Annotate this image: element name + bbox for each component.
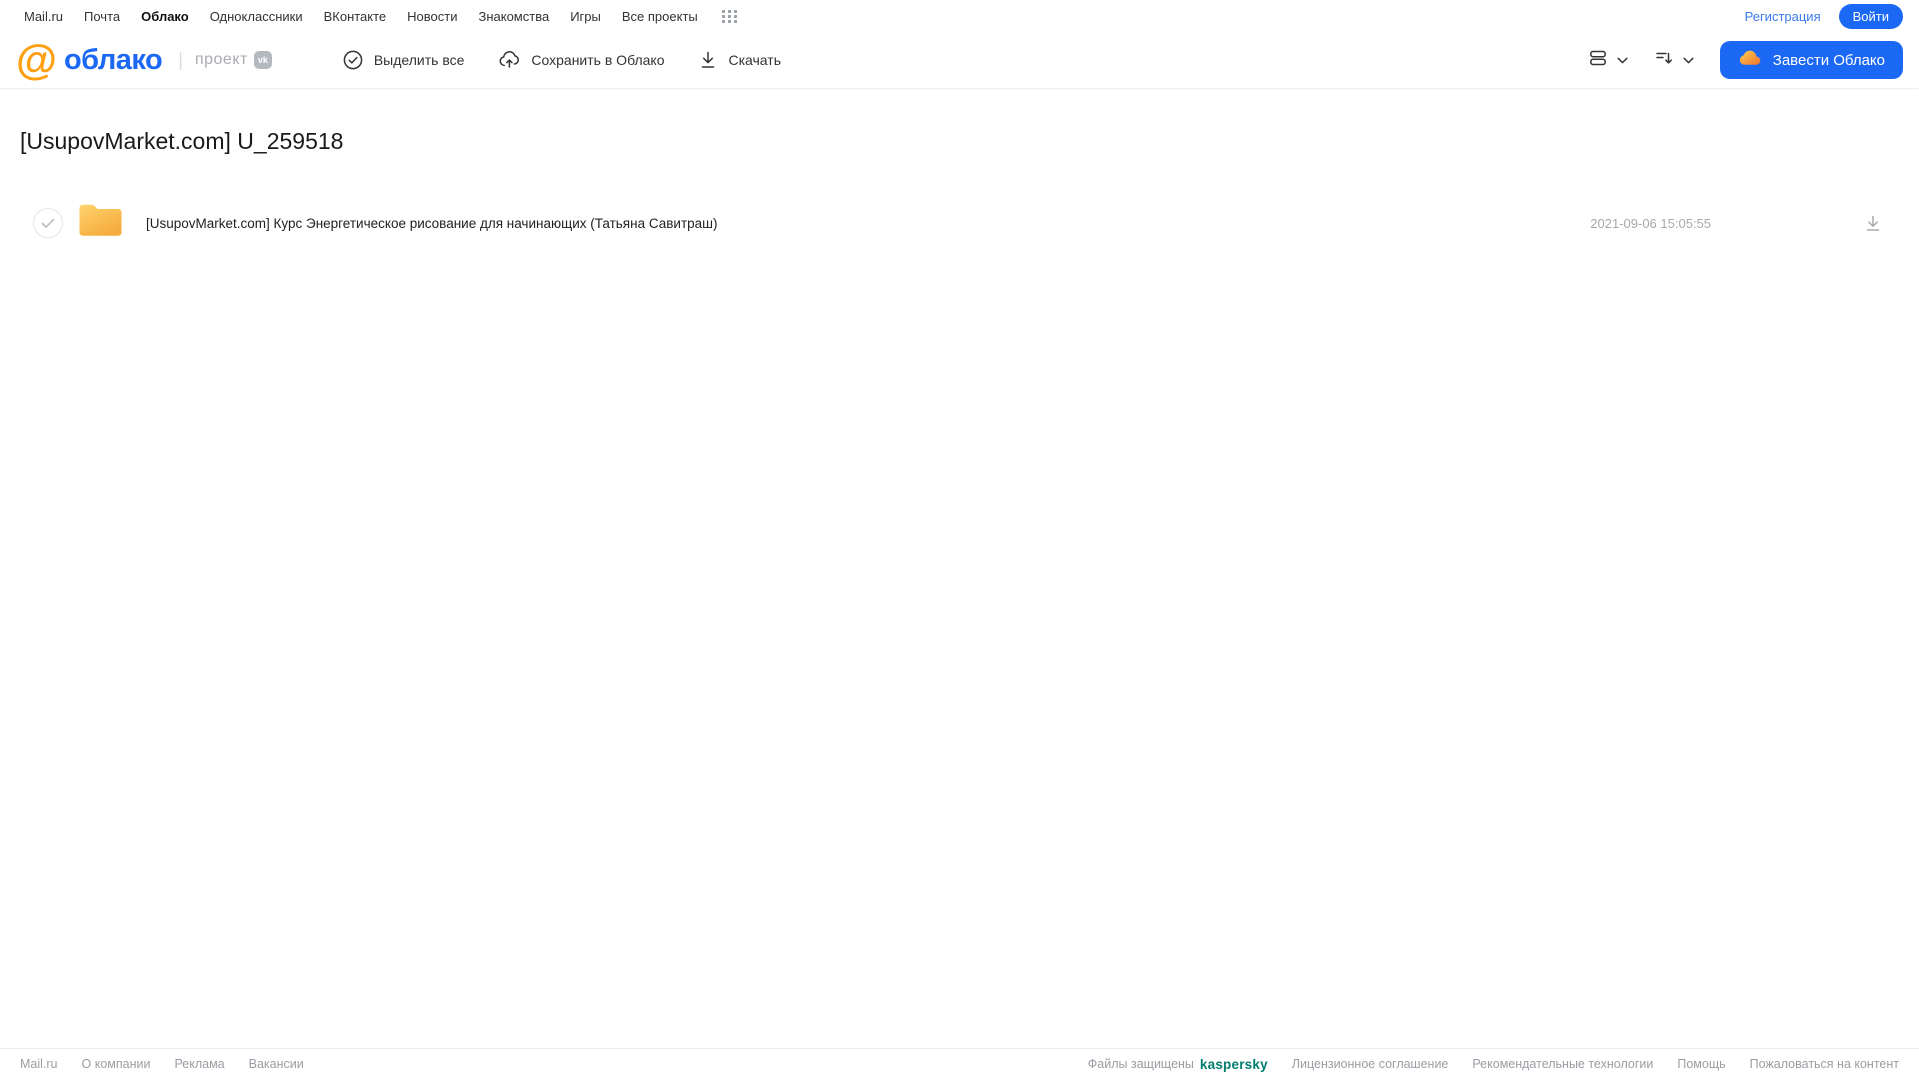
footer-link-about[interactable]: О компании [82, 1057, 151, 1071]
kaspersky-protection: Файлы защищены kaspersky [1088, 1057, 1268, 1072]
get-cloud-button[interactable]: Завести Облако [1719, 41, 1903, 79]
select-all-label: Выделить все [373, 52, 465, 68]
file-name[interactable]: [UsupovMarket.com] Курс Энергетическое р… [146, 216, 717, 231]
top-navigation: Mail.ru Почта Облако Одноклассники ВКонт… [24, 9, 738, 24]
save-to-cloud-label: Сохранить в Облако [531, 52, 665, 68]
download-label: Скачать [728, 52, 781, 68]
row-download-icon[interactable] [1863, 214, 1883, 233]
top-bar: Mail.ru Почта Облако Одноклассники ВКонт… [0, 0, 1919, 32]
check-circle-icon [342, 49, 364, 71]
footer-left-links: Mail.ru О компании Реклама Вакансии [20, 1057, 304, 1071]
header-right: Завести Облако [1588, 41, 1903, 79]
folder-icon [78, 202, 123, 244]
logo-text: облако [63, 43, 163, 76]
cloud-orange-icon [1738, 48, 1763, 72]
nav-link-vkontakte[interactable]: ВКонтакте [324, 9, 387, 24]
footer-link-license[interactable]: Лицензионное соглашение [1292, 1057, 1449, 1071]
project-label: проект [194, 51, 248, 68]
kaspersky-logo[interactable]: kaspersky [1200, 1057, 1268, 1072]
row-checkbox[interactable] [33, 208, 63, 238]
topbar-right: Регистрация Войти [1745, 3, 1903, 29]
page-title: [UsupovMarket.com] U_259518 [20, 128, 344, 154]
nav-link-odnoklassniki[interactable]: Одноклассники [210, 9, 303, 24]
save-to-cloud-button[interactable]: Сохранить в Облако [498, 49, 664, 71]
nav-link-novosti[interactable]: Новости [407, 9, 457, 24]
footer-link-jobs[interactable]: Вакансии [249, 1057, 304, 1071]
footer-link-help[interactable]: Помощь [1677, 1057, 1725, 1071]
list-view-icon [1588, 48, 1608, 73]
main-content: [UsupovMarket.com] U_259518 [UsupovMarke… [0, 128, 1919, 245]
sort-dropdown[interactable] [1654, 48, 1694, 73]
cloud-logo[interactable]: @ облако | проект vk [16, 36, 272, 83]
get-cloud-label: Завести Облако [1772, 51, 1885, 69]
mailru-at-icon: @ [16, 36, 57, 83]
footer-link-recommendations[interactable]: Рекомендательные технологии [1472, 1057, 1653, 1071]
nav-link-all-projects[interactable]: Все проекты [622, 9, 698, 24]
all-projects-grid-icon[interactable] [721, 9, 738, 23]
check-icon [41, 218, 55, 228]
protected-label: Файлы защищены [1087, 1057, 1194, 1071]
registration-link[interactable]: Регистрация [1745, 9, 1821, 24]
nav-link-oblako[interactable]: Облако [141, 9, 189, 24]
logo-separator: | [178, 49, 183, 70]
download-button[interactable]: Скачать [698, 49, 781, 71]
header: @ облако | проект vk Выделить все Сохран… [0, 32, 1919, 88]
footer-link-ads[interactable]: Реклама [174, 1057, 224, 1071]
nav-link-mailru[interactable]: Mail.ru [24, 9, 63, 24]
login-button[interactable]: Войти [1838, 3, 1903, 29]
chevron-down-icon [1617, 51, 1628, 69]
footer-link-report[interactable]: Пожаловаться на контент [1750, 1057, 1899, 1071]
view-mode-dropdown[interactable] [1588, 48, 1628, 73]
nav-link-znakomstva[interactable]: Знакомства [478, 9, 549, 24]
cloud-upload-icon [498, 49, 521, 71]
file-row[interactable]: [UsupovMarket.com] Курс Энергетическое р… [0, 201, 1919, 245]
file-date: 2021-09-06 15:05:55 [1590, 215, 1711, 231]
vk-icon: vk [253, 51, 272, 69]
nav-link-igry[interactable]: Игры [570, 9, 601, 24]
footer-right-links: Файлы защищены kaspersky Лицензионное со… [1088, 1057, 1899, 1072]
download-icon [698, 49, 718, 71]
footer: Mail.ru О компании Реклама Вакансии Файл… [0, 1048, 1919, 1079]
footer-link-mailru[interactable]: Mail.ru [20, 1057, 58, 1071]
sort-icon [1654, 48, 1674, 73]
chevron-down-icon [1683, 51, 1694, 69]
nav-link-pochta[interactable]: Почта [84, 9, 120, 24]
file-toolbar: Выделить все Сохранить в Облако Скачать [342, 49, 781, 71]
select-all-button[interactable]: Выделить все [342, 49, 465, 71]
